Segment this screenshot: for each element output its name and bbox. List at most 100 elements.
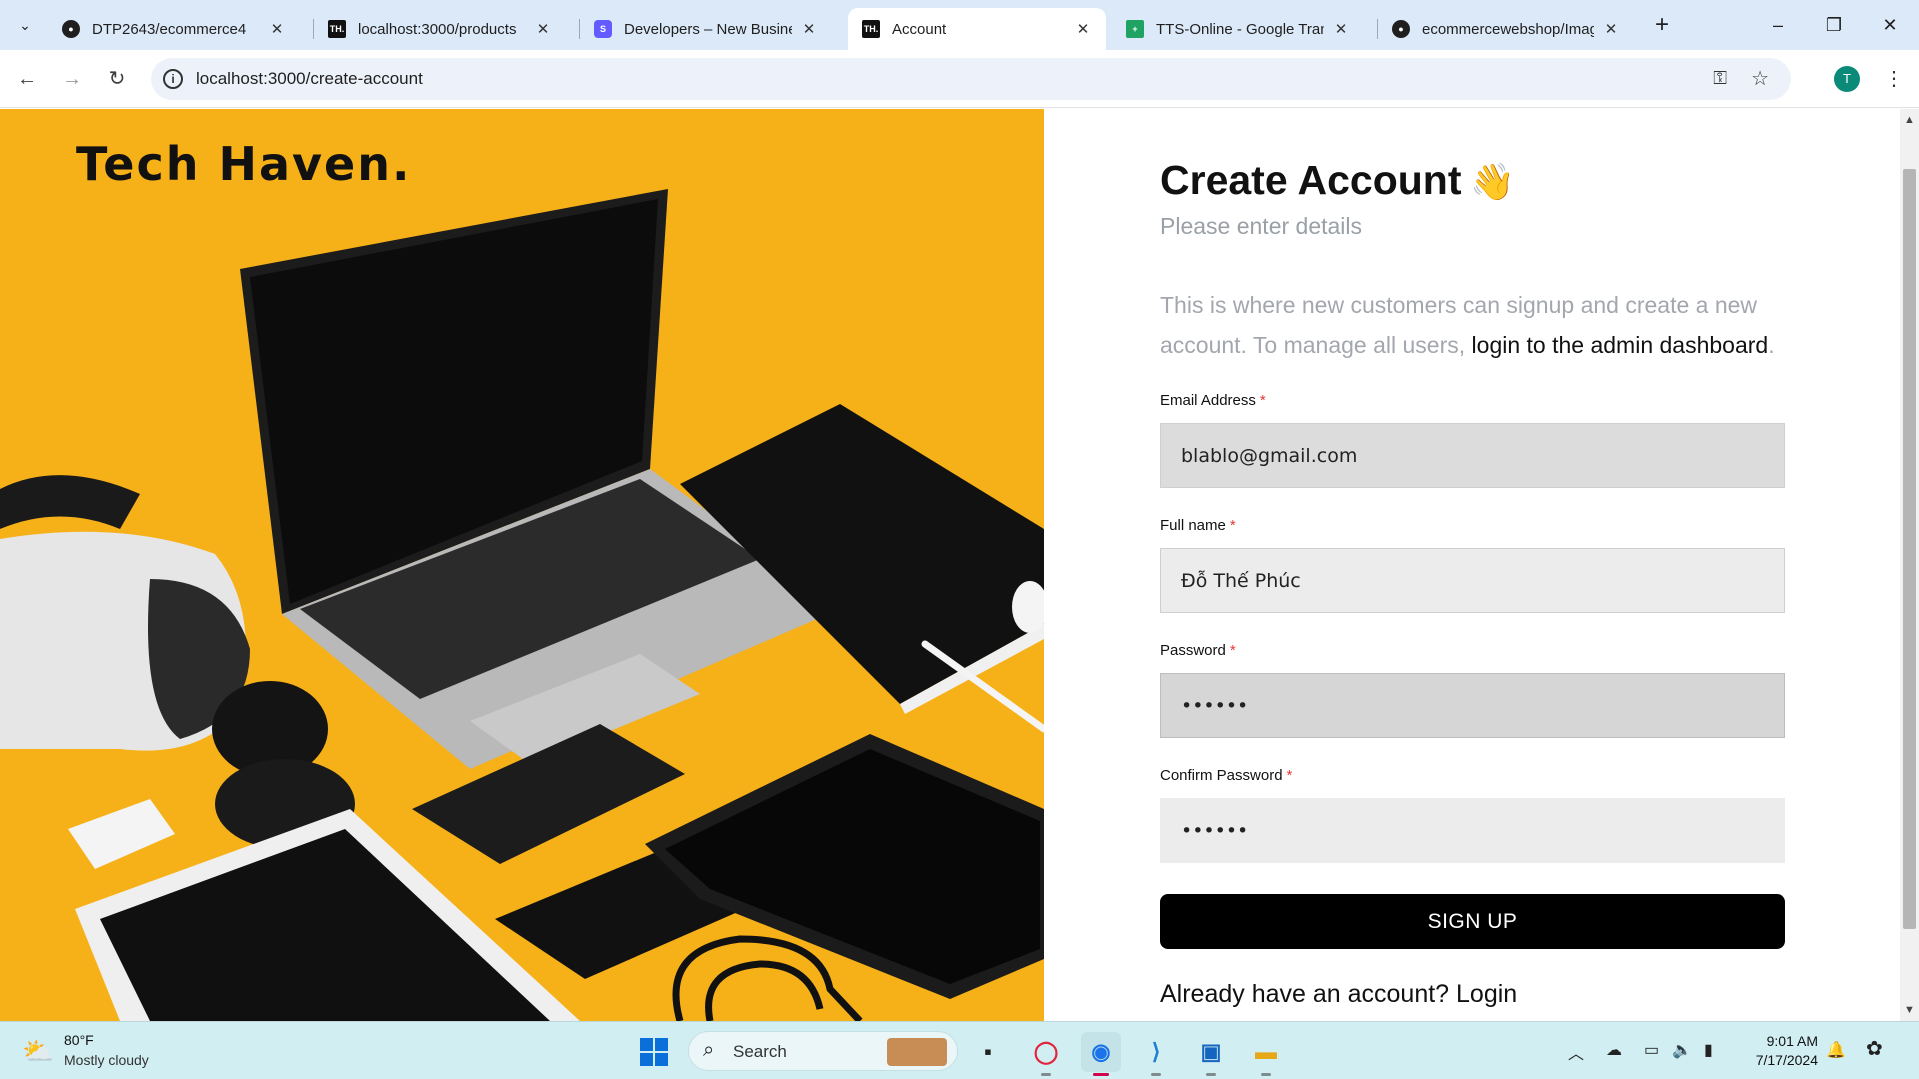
url-text[interactable]: localhost:3000/create-account [196, 69, 423, 89]
hero-image: Tech Haven. [0, 109, 1044, 1021]
tab-label: Account [892, 20, 947, 38]
full-name-field[interactable]: Đỗ Thế Phúc [1160, 548, 1785, 613]
clock-time: 9:01 AM [1766, 1033, 1818, 1049]
intro-end: . [1768, 332, 1775, 358]
new-tab-button[interactable]: + [1648, 12, 1676, 40]
windows-start-icon[interactable] [640, 1038, 668, 1066]
scroll-down-icon[interactable]: ▼ [1900, 999, 1919, 1021]
github-icon: ● [1392, 20, 1410, 38]
intro-paragraph: This is where new customers can signup a… [1160, 285, 1780, 365]
scrollbar-thumb[interactable] [1903, 169, 1916, 929]
email-field[interactable]: blablo@gmail.com [1160, 423, 1785, 488]
password-field[interactable]: •••••• [1160, 673, 1785, 738]
running-indicator [1151, 1073, 1161, 1076]
notification-bell-icon[interactable]: 🔔 [1826, 1040, 1846, 1060]
remote-desktop-icon[interactable]: ▣ [1191, 1032, 1231, 1076]
task-view-icon[interactable]: ▪ [968, 1032, 1008, 1072]
weather-description[interactable]: Mostly cloudy [64, 1052, 149, 1068]
page-title: Create Account [1160, 157, 1462, 203]
tab-label: DTP2643/ecommerce4 [92, 20, 247, 38]
create-account-form: Create Account 👋 Please enter details Th… [1044, 109, 1900, 1021]
tab-label: localhost:3000/products [358, 20, 517, 38]
tab-stripe-developers[interactable]: S Developers – New Business ✕ [580, 8, 832, 50]
taskbar-search[interactable]: ⌕ Search [688, 1031, 958, 1071]
tab-label: TTS-Online - Google Trang [1156, 20, 1324, 38]
close-icon[interactable]: ✕ [534, 20, 552, 38]
vscode-icon[interactable]: ⟩ [1136, 1032, 1176, 1076]
taskbar-search-label: Search [733, 1042, 787, 1061]
tab-tts-online[interactable]: + TTS-Online - Google Trang ✕ [1112, 8, 1364, 50]
required-mark: * [1229, 642, 1236, 659]
scroll-up-icon[interactable]: ▲ [1900, 109, 1919, 131]
confirm-password-label: Confirm Password * [1160, 767, 1292, 784]
back-button[interactable]: ← [12, 64, 42, 94]
browser-tabstrip: ⌄ ● DTP2643/ecommerce4 ✕ TH. localhost:3… [0, 0, 1919, 50]
confirm-password-field[interactable]: •••••• [1160, 798, 1785, 863]
email-label-text: Email Address [1160, 392, 1256, 409]
forward-button[interactable]: → [57, 64, 87, 94]
copilot-icon[interactable]: ✿ [1866, 1036, 1883, 1061]
chevron-down-icon: ⌄ [19, 16, 31, 33]
required-mark: * [1259, 392, 1266, 409]
browser-toolbar: ← → ↻ i localhost:3000/create-account ⚿ … [0, 50, 1919, 108]
volume-icon[interactable]: 🔈 [1672, 1040, 1692, 1060]
tech-haven-icon: TH. [862, 20, 880, 38]
opera-icon[interactable]: ◯ [1026, 1032, 1066, 1076]
page-subtitle: Please enter details [1160, 213, 1363, 239]
site-info-icon[interactable]: i [163, 69, 183, 89]
admin-dashboard-link[interactable]: login to the admin dashboard [1472, 332, 1769, 358]
tech-haven-icon: TH. [328, 20, 346, 38]
tab-github-ecommerce4[interactable]: ● DTP2643/ecommerce4 ✕ [48, 8, 300, 50]
stripe-icon: S [594, 20, 612, 38]
tab-github-webshop[interactable]: ● ecommercewebshop/Imag ✕ [1378, 8, 1634, 50]
gadgets-illustration [0, 109, 1044, 1021]
running-indicator [1041, 1073, 1051, 1076]
close-window-button[interactable]: ✕ [1870, 10, 1910, 40]
battery-icon[interactable]: ▮ [1704, 1040, 1713, 1060]
network-icon[interactable]: ▭ [1644, 1040, 1659, 1060]
menu-kebab-icon[interactable]: ⋮ [1884, 64, 1904, 94]
close-icon[interactable]: ✕ [1602, 20, 1620, 38]
close-icon[interactable]: ✕ [1332, 20, 1350, 38]
running-indicator [1206, 1073, 1216, 1076]
weather-cloud-icon[interactable]: ⛅ [22, 1036, 54, 1067]
brand-logo[interactable]: Tech Haven. [76, 137, 411, 191]
tab-products[interactable]: TH. localhost:3000/products ✕ [314, 8, 566, 50]
bookmark-star-icon[interactable]: ☆ [1751, 66, 1769, 91]
show-hidden-icons-chevron-icon[interactable]: ︿ [1568, 1040, 1584, 1064]
profile-avatar[interactable]: T [1834, 66, 1860, 92]
required-mark: * [1229, 517, 1236, 534]
tab-search-button[interactable]: ⌄ [10, 11, 40, 39]
close-icon[interactable]: ✕ [268, 20, 286, 38]
close-icon[interactable]: ✕ [1074, 20, 1092, 38]
close-icon[interactable]: ✕ [800, 20, 818, 38]
search-highlight-image [887, 1038, 947, 1066]
clock-date: 7/17/2024 [1755, 1052, 1818, 1068]
running-indicator [1261, 1073, 1271, 1076]
full-name-label: Full name * [1160, 517, 1236, 534]
tab-label: ecommercewebshop/Imag [1422, 20, 1594, 38]
reload-button[interactable]: ↻ [102, 64, 132, 94]
onedrive-cloud-icon[interactable]: ☁ [1606, 1040, 1622, 1060]
weather-temperature[interactable]: 80°F [64, 1032, 94, 1048]
active-indicator [1093, 1073, 1109, 1076]
tab-account[interactable]: TH. Account ✕ [848, 8, 1106, 50]
login-link[interactable]: Already have an account? Login [1160, 980, 1517, 1009]
email-label: Email Address * [1160, 392, 1266, 409]
address-bar[interactable]: i localhost:3000/create-account ⚿ ☆ [151, 58, 1791, 100]
file-explorer-icon[interactable]: ▬ [1246, 1032, 1286, 1076]
windows-taskbar: ⛅ 80°F Mostly cloudy ⌕ Search ▪ ◯ ◉ ⟩ ▣ … [0, 1021, 1919, 1079]
required-mark: * [1286, 767, 1293, 784]
chrome-icon[interactable]: ◉ [1081, 1032, 1121, 1076]
search-icon: ⌕ [703, 1039, 715, 1061]
tab-label: Developers – New Business [624, 20, 792, 38]
password-key-icon[interactable]: ⚿ [1713, 68, 1727, 89]
full-name-label-text: Full name [1160, 517, 1226, 534]
restore-button[interactable]: ❐ [1814, 10, 1854, 40]
github-icon: ● [62, 20, 80, 38]
page-scrollbar[interactable]: ▲ ▼ [1900, 109, 1919, 1021]
minimize-button[interactable]: – [1758, 10, 1798, 40]
signup-button[interactable]: SIGN UP [1160, 894, 1785, 949]
taskbar-clock[interactable]: 9:01 AM 7/17/2024 [1728, 1032, 1818, 1070]
sheets-icon: + [1126, 20, 1144, 38]
